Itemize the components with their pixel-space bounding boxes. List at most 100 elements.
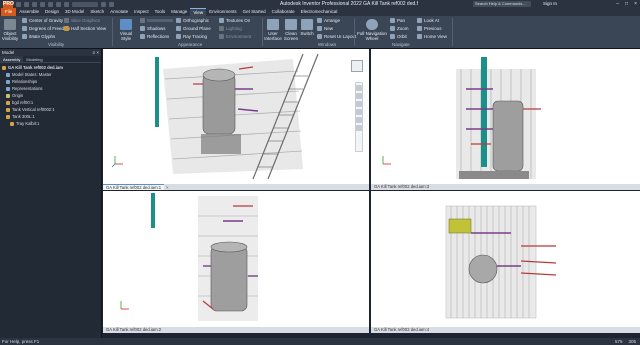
part-icon <box>10 121 14 126</box>
zoom-nav-icon[interactable] <box>356 101 362 107</box>
viewport-tab-bar: GA Kill Tank ref002 ded.iam:3 <box>371 184 640 190</box>
tab-design[interactable]: Design <box>42 8 62 16</box>
viewport-1[interactable] <box>103 49 369 184</box>
model-render-front <box>382 57 541 179</box>
tab-inspect[interactable]: Inspect <box>131 8 152 16</box>
zoom-icon <box>390 26 395 31</box>
maximize-icon[interactable]: □ <box>625 1 628 7</box>
inventor-logo[interactable]: PRO <box>3 0 14 8</box>
viewport-3[interactable] <box>371 49 640 184</box>
browser-menu-icon[interactable]: ≡ × <box>92 50 99 55</box>
viewport-tab-2[interactable]: GA Kill Tank ref002 ded.iam:2 <box>103 327 165 333</box>
viewport-2[interactable] <box>103 191 369 327</box>
tab-annotate[interactable]: Annotate <box>107 8 131 16</box>
save-icon[interactable] <box>32 1 37 7</box>
title-bar: PRO Autodesk Inventor Professional 2022 … <box>0 0 640 8</box>
pan-button[interactable]: Pan <box>390 18 405 23</box>
tree-item-part[interactable]: Tank Vertical ref0002:1 <box>2 106 99 113</box>
sign-in-link[interactable]: Sign In <box>543 1 557 6</box>
tab-file[interactable]: File <box>1 8 17 16</box>
tab-assemble[interactable]: Assemble <box>16 8 42 16</box>
undo-icon[interactable] <box>40 1 45 7</box>
update-icon[interactable] <box>109 1 114 7</box>
material-icon[interactable] <box>64 1 69 7</box>
textures-on-button[interactable]: Textures On <box>219 18 250 23</box>
tree-item-model-states[interactable]: Model States: Master <box>2 71 99 78</box>
viewport-tab-1[interactable]: GA Kill Tank ref002 ded.iam:1 <box>103 184 165 190</box>
measure-icon[interactable] <box>101 1 106 7</box>
visual-style-button[interactable]: Visual Style <box>116 19 136 41</box>
minimize-icon[interactable]: – <box>616 1 619 7</box>
ground-plane-icon <box>176 26 181 31</box>
home-icon[interactable] <box>56 1 61 7</box>
user-interface-button[interactable]: User Interface <box>264 19 282 41</box>
viewport-tab-3[interactable]: GA Kill Tank ref002 ded.iam:3 <box>371 184 433 190</box>
orthographic-button[interactable]: Orthographic <box>176 18 209 23</box>
new-icon[interactable] <box>16 1 21 7</box>
switch-button[interactable]: Switch <box>300 19 314 36</box>
slice-graphics-button[interactable]: Slice Graphics <box>64 18 100 23</box>
tree-item-origin[interactable]: Origin <box>2 92 99 99</box>
ribbon: Object Visibility Center of Gravity Degr… <box>0 16 640 49</box>
imate-glyphs-toggle[interactable]: iMate Glyphs <box>22 34 55 39</box>
lighting-button[interactable]: Lighting <box>219 26 242 31</box>
tab-tools[interactable]: Tools <box>152 8 169 16</box>
appearance-icon[interactable] <box>72 1 98 7</box>
pan-nav-icon[interactable] <box>356 93 362 99</box>
open-icon[interactable] <box>24 1 29 7</box>
model-render-isometric <box>111 53 319 180</box>
tree-item-representations[interactable]: Representations <box>2 85 99 92</box>
half-section-view-button[interactable]: Half Section View <box>64 26 106 31</box>
ray-tracing-button[interactable]: Ray Tracing <box>176 34 207 39</box>
close-viewport-icon[interactable]: × <box>164 185 170 190</box>
clean-screen-button[interactable]: Clean Screen <box>284 19 298 41</box>
redo-icon[interactable] <box>48 1 53 7</box>
reflections-button[interactable]: Reflections <box>140 34 169 39</box>
previous-view-button[interactable]: Previous <box>417 26 442 31</box>
ground-plane-button[interactable]: Ground Plane <box>176 26 211 31</box>
zoom-button[interactable]: Zoom <box>390 26 409 31</box>
panel-separator <box>452 18 453 46</box>
tab-electromechanical[interactable]: Electromechanical <box>298 8 341 16</box>
look-at-nav-icon[interactable] <box>356 117 362 123</box>
model-render-top <box>445 205 557 319</box>
nav-wheel-icon[interactable] <box>356 85 362 91</box>
environment-button[interactable]: Environment <box>219 34 251 39</box>
home-nav-icon[interactable] <box>356 125 362 131</box>
look-at-button[interactable]: Look At <box>417 18 439 23</box>
home-view-button[interactable]: Home View <box>417 34 447 39</box>
tree-item-part[interactable]: bgd ref00:1 <box>2 99 99 106</box>
tab-get-started[interactable]: Get Started <box>240 8 269 16</box>
orbit-button[interactable]: Orbit <box>390 34 407 39</box>
shadows-button[interactable]: Shadows <box>140 26 166 31</box>
reset-ui-layout-button[interactable]: Reset UI Layout <box>317 34 356 39</box>
help-search-input[interactable]: Search Help & Commands... <box>473 1 531 7</box>
object-visibility-button[interactable]: Object Visibility <box>2 19 18 41</box>
tab-3d-model[interactable]: 3D Model <box>62 8 87 16</box>
tab-view[interactable]: View <box>190 8 207 16</box>
tab-collaborate[interactable]: Collaborate <box>269 8 298 16</box>
view-cube-icon[interactable] <box>351 60 363 72</box>
viewport-tab-bar: GA Kill Tank ref002 ded.iam:2 <box>103 327 369 333</box>
full-navigation-wheel-button[interactable]: Full Navigation Wheel <box>357 19 387 41</box>
tree-item-part[interactable]: Tank 300L:1 <box>2 113 99 120</box>
arrange-button[interactable]: Arrange <box>317 18 340 23</box>
tab-manage[interactable]: Manage <box>168 8 190 16</box>
tab-environments[interactable]: Environments <box>206 8 240 16</box>
home-view-icon <box>417 34 422 39</box>
model-states-icon <box>6 72 10 77</box>
tab-sketch[interactable]: Sketch <box>87 8 107 16</box>
tree-item-part[interactable]: Tray Kalbit:1 <box>2 120 99 127</box>
new-window-button[interactable]: New <box>317 26 333 31</box>
status-count-2: 305 <box>628 339 636 344</box>
viewport-tab-4[interactable]: GA Kill Tank ref002 ded.iam:4 <box>371 327 433 333</box>
center-of-gravity-toggle[interactable]: Center of Gravity <box>22 18 63 23</box>
viewport-4[interactable] <box>371 191 640 327</box>
browser-tab-assembly[interactable]: Assembly <box>0 56 24 62</box>
tree-item-root[interactable]: GA Kill Tank ref002 ded.iam <box>2 64 99 71</box>
tree-item-relationships[interactable]: Relationships <box>2 78 99 85</box>
browser-tab-modeling[interactable]: Modeling <box>23 56 45 62</box>
orbit-nav-icon[interactable] <box>356 109 362 115</box>
close-icon[interactable]: × <box>634 1 637 7</box>
window-title: Autodesk Inventor Professional 2022 GA K… <box>280 1 419 7</box>
